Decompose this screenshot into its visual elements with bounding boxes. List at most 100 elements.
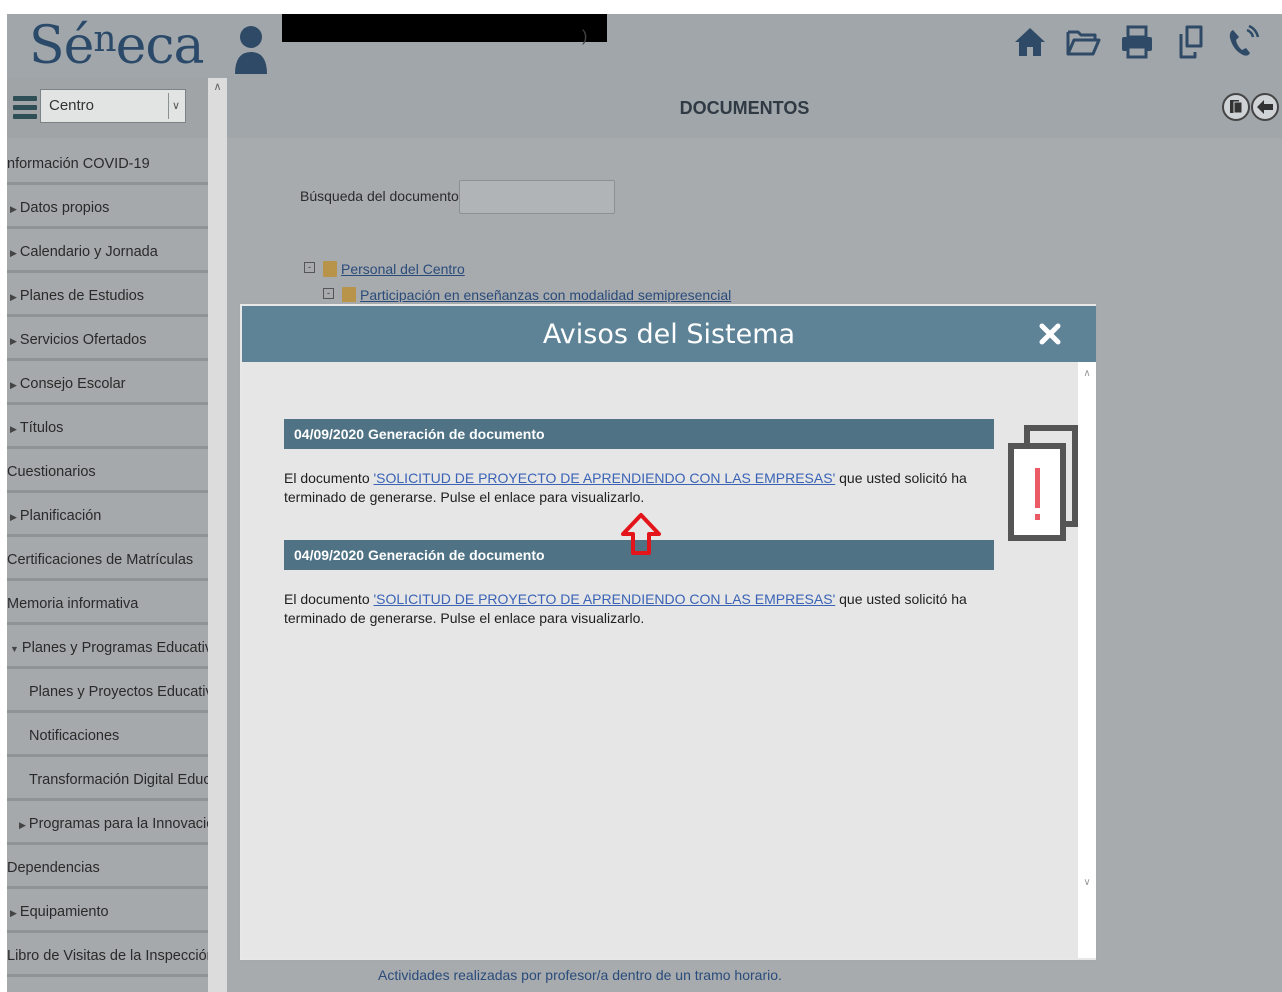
logo-sup: n [93,19,116,60]
page-actions [1222,93,1279,121]
user-icon [235,26,267,74]
sidebar-item[interactable]: Memoria informativa [7,584,208,625]
sidebar-item-label: Cuestionarios [7,464,96,480]
sidebar-item-label: Planes de Estudios [19,288,145,304]
triangle-right-icon: ▶ [10,336,17,346]
back-arrow-icon[interactable] [1251,93,1279,121]
sidebar-item[interactable]: ▶ Planes de Estudios [7,276,208,317]
sidebar-item-label: Transformación Digital Educat [29,772,208,788]
dialog-content: 04/09/2020 Generación de documento El do… [242,362,1078,958]
phone-icon[interactable] [1225,24,1261,60]
dialog-title: Avisos del Sistema [542,319,796,350]
scroll-down-icon[interactable]: ∨ [1078,877,1096,888]
folder-icon [342,287,356,303]
triangle-right-icon: ▶ [10,248,17,258]
sidebar-item[interactable]: Dependencias [7,848,208,889]
sidebar-item-label: Equipamiento [19,904,109,920]
notice-heading: 04/09/2020 Generación de documento [284,419,994,449]
sidebar-item[interactable]: ▶ Programas para la Innovación [7,804,208,845]
notice-text: El documento 'SOLICITUD DE PROYECTO DE A… [284,469,996,507]
sidebar-item-label: Datos propios [19,200,110,216]
logo-tail: eca [115,16,205,76]
sidebar-item[interactable]: ▶ Equipamiento [7,892,208,933]
sidebar-item-label: Calendario y Jornada [19,244,158,260]
folder-open-icon[interactable] [1065,24,1101,60]
scroll-up-icon[interactable]: ∧ [208,78,227,96]
sidebar-top: Centro ∨ [7,78,208,138]
sidebar-item-label: Programas para la Innovación [28,816,208,832]
sidebar: Centro ∨ nformación COVID-19 ▶ Datos propi… [7,78,208,992]
triangle-right-icon: ▶ [10,424,17,434]
triangle-down-icon: ▼ [10,644,19,654]
sidebar-item[interactable]: ▶ Servicios Ofertados [7,320,208,361]
sidebar-item-label: Servicios Ofertados [19,332,147,348]
alert-documents-icon [1008,425,1078,541]
sidebar-item-label: Memoria informativa [7,596,139,612]
sidebar-item-label: Certificaciones de Matrículas [7,552,194,568]
sidebar-item[interactable]: Libro de Visitas de la Inspección [7,936,208,977]
triangle-right-icon: ▶ [10,512,17,522]
sidebar-item-label: Consejo Escolar [19,376,126,392]
sidebar-item[interactable]: ▶ Títulos [7,408,208,449]
triangle-right-icon: ▶ [10,380,17,390]
tree-item-personal-del-centro[interactable]: Personal del Centro [341,261,465,277]
sidebar-item-label: Libro de Visitas de la Inspección [7,948,208,964]
sidebar-item[interactable]: ▶ Planificación [7,496,208,537]
tree-item-actividades[interactable]: Actividades realizadas por profesor/a de… [378,967,782,983]
dialog-scrollbar[interactable]: ∧ ∨ [1078,362,1096,958]
home-icon[interactable] [1012,24,1048,60]
close-icon[interactable] [1036,320,1064,348]
sidebar-item[interactable]: Certificaciones de Matrículas [7,540,208,581]
documents-icon[interactable] [1222,93,1250,121]
document-search-input[interactable] [459,180,615,214]
seneca-logo[interactable]: Séneca [29,16,204,76]
logo-main: Sé [29,16,94,76]
page-title: DOCUMENTOS [679,98,810,118]
sidebar-item-label: Dependencias [7,860,100,876]
sidebar-item-label: Planificación [19,508,102,524]
sidebar-item[interactable]: nformación COVID-19 [7,144,208,185]
print-icon[interactable] [1119,24,1155,60]
triangle-right-icon: ▶ [19,820,26,830]
tree-collapse-toggle[interactable]: - [323,288,334,299]
sidebar-item[interactable]: ▶ Calendario y Jornada [7,232,208,273]
dialog-header: Avisos del Sistema [242,306,1096,362]
notice-text-before: El documento [284,470,374,486]
sidebar-item[interactable]: Planes y Proyectos Educativos [7,672,208,713]
triangle-right-icon: ▶ [10,908,17,918]
profile-select-value: Centro [49,97,95,114]
system-notices-dialog: Avisos del Sistema 04/09/2020 Generación… [238,302,1098,962]
tree-item-participacion[interactable]: Participación en enseñanzas con modalida… [360,287,731,303]
sidebar-item-label: Planes y Programas Educativos [21,640,208,656]
sidebar-item-label: nformación COVID-19 [7,156,150,172]
sidebar-item[interactable]: ▼ Planes y Programas Educativos [7,628,208,669]
sidebar-item[interactable]: Transformación Digital Educat [7,760,208,801]
triangle-right-icon: ▶ [10,292,17,302]
notice-text-before: El documento [284,591,374,607]
user-name-tail: ) [582,28,588,45]
sidebar-item[interactable]: Notificaciones [7,716,208,757]
triangle-right-icon: ▶ [10,204,17,214]
folder-icon [323,261,337,277]
page-title-bar: DOCUMENTOS [227,78,1282,138]
document-link[interactable]: 'SOLICITUD DE PROYECTO DE APRENDIENDO CO… [374,470,836,486]
search-label: Búsqueda del documento: [300,188,463,204]
menu-icon[interactable] [13,96,37,122]
copy-document-icon[interactable] [1173,24,1209,60]
tree-collapse-toggle[interactable]: - [304,262,315,273]
document-link[interactable]: 'SOLICITUD DE PROYECTO DE APRENDIENDO CO… [374,591,836,607]
notice-text: El documento 'SOLICITUD DE PROYECTO DE A… [284,590,996,628]
sidebar-item[interactable]: Cuestionarios [7,452,208,493]
sidebar-scrollbar[interactable]: ∧ [208,78,227,992]
sidebar-item[interactable]: ▶ Consejo Escolar [7,364,208,405]
sidebar-item[interactable]: ▶ Datos propios [7,188,208,229]
sidebar-item-label: Planes y Proyectos Educativos [29,684,208,700]
sidebar-item-label: Títulos [19,420,64,436]
scroll-up-icon[interactable]: ∧ [1078,368,1096,379]
profile-select[interactable]: Centro ∨ [40,89,186,123]
header-bar: Séneca ) [7,14,1282,78]
sidebar-item-label: Notificaciones [29,728,120,744]
user-name-redacted [282,14,607,42]
chevron-down-icon: ∨ [168,93,183,119]
up-arrow-annotation-icon [621,513,661,555]
